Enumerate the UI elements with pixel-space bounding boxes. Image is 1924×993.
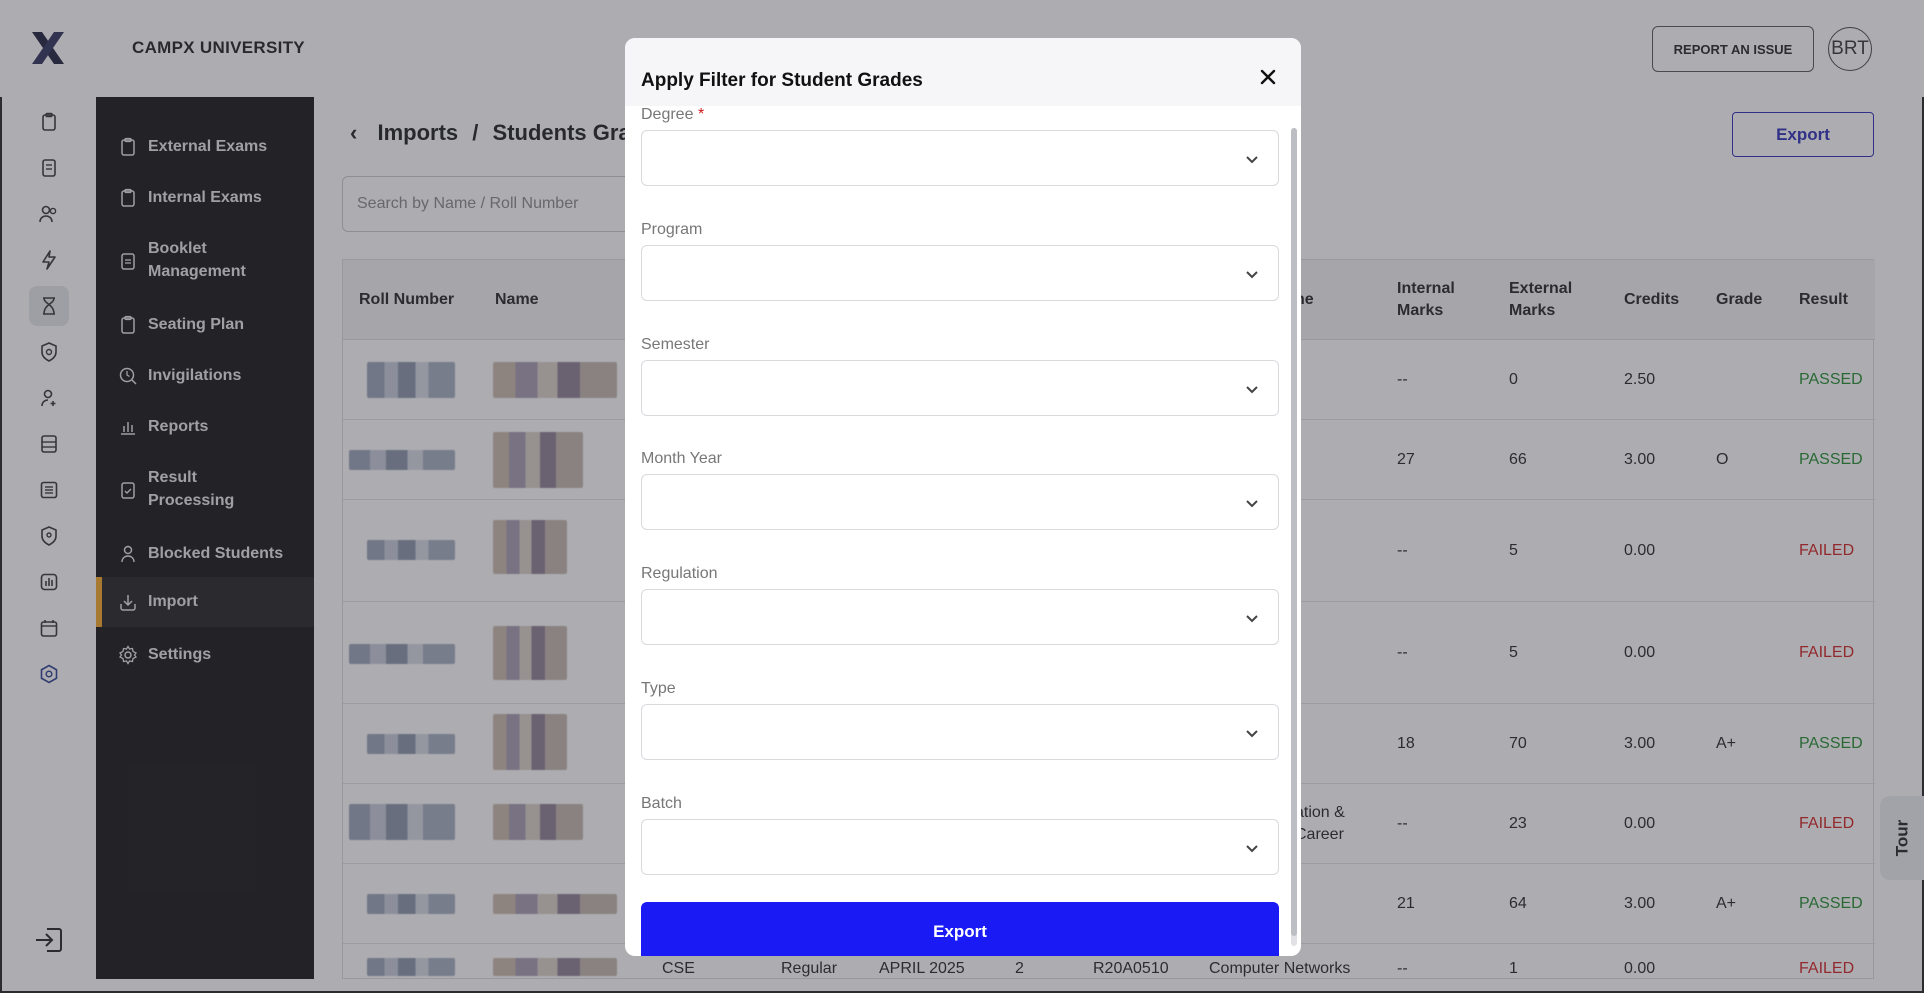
chevron-down-icon	[1246, 500, 1258, 508]
chevron-down-icon	[1246, 615, 1258, 623]
program-select[interactable]	[641, 245, 1279, 301]
degree-select[interactable]	[641, 130, 1279, 186]
filter-modal: Apply Filter for Student Grades Degree *…	[625, 38, 1301, 956]
field-label-type: Type	[641, 680, 676, 697]
modal-header: Apply Filter for Student Grades	[625, 38, 1301, 106]
field-label-batch: Batch	[641, 795, 682, 812]
field-label-semester: Semester	[641, 336, 710, 353]
chevron-down-icon	[1246, 156, 1258, 164]
chevron-down-icon	[1246, 271, 1258, 279]
modal-export-button[interactable]: Export	[641, 902, 1279, 956]
regulation-select[interactable]	[641, 589, 1279, 645]
batch-select[interactable]	[641, 819, 1279, 875]
chevron-down-icon	[1246, 730, 1258, 738]
field-label-month-year: Month Year	[641, 450, 722, 467]
field-label-program: Program	[641, 221, 703, 238]
close-icon[interactable]	[1255, 64, 1281, 90]
semester-select[interactable]	[641, 360, 1279, 416]
chevron-down-icon	[1246, 845, 1258, 853]
month-year-select[interactable]	[641, 474, 1279, 530]
chevron-down-icon	[1246, 386, 1258, 394]
field-label-regulation: Regulation	[641, 565, 718, 582]
required-marker: *	[697, 106, 705, 123]
field-label-degree: Degree *	[641, 106, 705, 123]
type-select[interactable]	[641, 704, 1279, 760]
modal-scrollbar-thumb[interactable]	[1291, 128, 1297, 936]
modal-body: Degree * Program Semester Month Year Reg…	[625, 106, 1301, 956]
modal-title: Apply Filter for Student Grades	[641, 70, 923, 91]
